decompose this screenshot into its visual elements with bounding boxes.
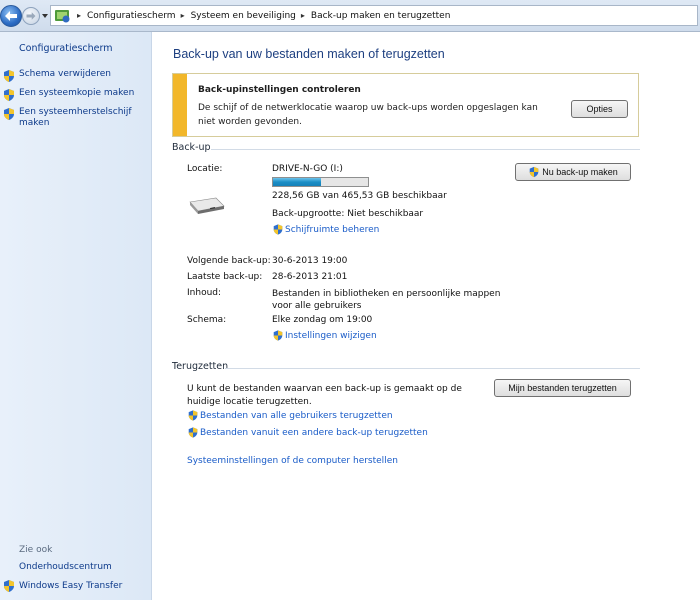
- shield-icon: [4, 70, 14, 82]
- disk-space-text: 228,56 GB van 465,53 GB beschikbaar: [272, 191, 447, 201]
- shield-icon: [4, 580, 14, 592]
- breadcrumb-separator-icon: ▸: [300, 11, 305, 20]
- sidebar-item-label: Een systeemherstelschijf maken: [19, 107, 132, 128]
- sidebar-home-link[interactable]: Configuratiescherm: [19, 43, 112, 54]
- history-dropdown-icon[interactable]: [41, 11, 49, 21]
- easy-transfer-link[interactable]: Windows Easy Transfer: [2, 579, 122, 593]
- see-also-heading: Zie ook: [19, 545, 53, 555]
- breadcrumb-item[interactable]: Configuratiescherm: [87, 11, 176, 21]
- shield-icon: [4, 89, 14, 101]
- backup-size-text: Back-upgrootte: Niet beschikbaar: [272, 209, 424, 219]
- backup-section-heading: Back-up: [172, 142, 211, 153]
- backup-now-button[interactable]: Nu back-up maken: [515, 163, 631, 181]
- shield-icon: [529, 166, 539, 178]
- location-value: DRIVE-N-GO (I:): [272, 164, 343, 174]
- restore-files-button[interactable]: Mijn bestanden terugzetten: [494, 379, 631, 397]
- last-backup-label: Laatste back-up:: [187, 272, 263, 282]
- manage-space-label: Schijfruimte beheren: [285, 224, 380, 235]
- back-button[interactable]: [0, 5, 22, 27]
- restore-text: U kunt de bestanden waarvan een back-up …: [187, 384, 462, 407]
- sidebar-item-label: Schema verwijderen: [19, 69, 111, 79]
- breadcrumb-separator-icon: ▸: [180, 11, 185, 20]
- shield-icon: [273, 224, 283, 235]
- notice-text: De schijf of de netwerklocatie waarop uw…: [198, 103, 538, 127]
- restore-section-heading: Terugzetten: [172, 361, 229, 372]
- sidebar-item-repair-disc[interactable]: Een systeemherstelschijf maken: [2, 107, 139, 129]
- notice-panel: Back-upinstellingen controleren De schij…: [172, 73, 639, 137]
- forward-button[interactable]: [22, 7, 40, 25]
- page-title: Back-up van uw bestanden maken of terugz…: [173, 47, 445, 61]
- notice-title: Back-upinstellingen controleren: [198, 85, 361, 95]
- section-divider: [225, 368, 640, 369]
- arrow-right-icon: [26, 12, 36, 20]
- breadcrumb-item[interactable]: Systeem en beveiliging: [191, 11, 296, 21]
- section-divider: [211, 149, 640, 150]
- next-backup-label: Volgende back-up:: [187, 256, 271, 266]
- arrow-left-icon: [5, 11, 17, 21]
- address-bar: ▸ Configuratiescherm ▸ Systeem en beveil…: [0, 0, 700, 32]
- change-settings-label: Instellingen wijzigen: [285, 330, 377, 341]
- change-settings-link[interactable]: Instellingen wijzigen: [272, 329, 377, 342]
- breadcrumb: ▸ Configuratiescherm ▸ Systeem en beveil…: [50, 5, 698, 26]
- breadcrumb-item[interactable]: Back-up maken en terugzetten: [311, 11, 451, 21]
- next-backup-value: 30-6-2013 19:00: [272, 256, 348, 266]
- manage-space-link[interactable]: Schijfruimte beheren: [272, 223, 379, 236]
- sidebar: Configuratiescherm Schema verwijderen Ee…: [0, 32, 152, 600]
- contents-label: Inhoud:: [187, 288, 222, 298]
- shield-icon: [188, 410, 198, 421]
- schedule-label: Schema:: [187, 315, 227, 325]
- warning-stripe: [173, 74, 187, 136]
- disk-space-bar: [272, 177, 369, 187]
- control-panel-icon: [55, 9, 70, 22]
- options-button[interactable]: Opties: [571, 100, 628, 118]
- disk-space-fill: [273, 178, 322, 186]
- sidebar-item-remove-schedule[interactable]: Schema verwijderen: [2, 69, 139, 83]
- easy-transfer-label: Windows Easy Transfer: [19, 581, 123, 591]
- system-recovery-link[interactable]: Systeeminstellingen of de computer herst…: [187, 456, 398, 466]
- restore-all-users-label: Bestanden van alle gebruikers terugzette…: [200, 410, 393, 421]
- shield-icon: [273, 330, 283, 341]
- restore-other-backup-link[interactable]: Bestanden vanuit een andere back-up teru…: [187, 426, 428, 439]
- drive-icon: [189, 197, 225, 214]
- last-backup-value: 28-6-2013 21:01: [272, 272, 348, 282]
- schedule-value: Elke zondag om 19:00: [272, 315, 373, 325]
- restore-all-users-link[interactable]: Bestanden van alle gebruikers terugzette…: [187, 409, 393, 422]
- location-label: Locatie:: [187, 164, 223, 174]
- contents-value: Bestanden in bibliotheken en persoonlijk…: [272, 289, 501, 311]
- main-content: Back-up van uw bestanden maken of terugz…: [153, 32, 700, 600]
- breadcrumb-separator-icon: ▸: [77, 11, 82, 20]
- sidebar-item-system-image[interactable]: Een systeemkopie maken: [2, 88, 139, 102]
- action-center-link[interactable]: Onderhoudscentrum: [19, 562, 112, 572]
- shield-icon: [188, 427, 198, 438]
- shield-icon: [4, 108, 14, 120]
- restore-other-backup-label: Bestanden vanuit een andere back-up teru…: [200, 427, 428, 438]
- backup-now-label: Nu back-up maken: [542, 167, 618, 177]
- sidebar-item-label: Een systeemkopie maken: [19, 88, 135, 98]
